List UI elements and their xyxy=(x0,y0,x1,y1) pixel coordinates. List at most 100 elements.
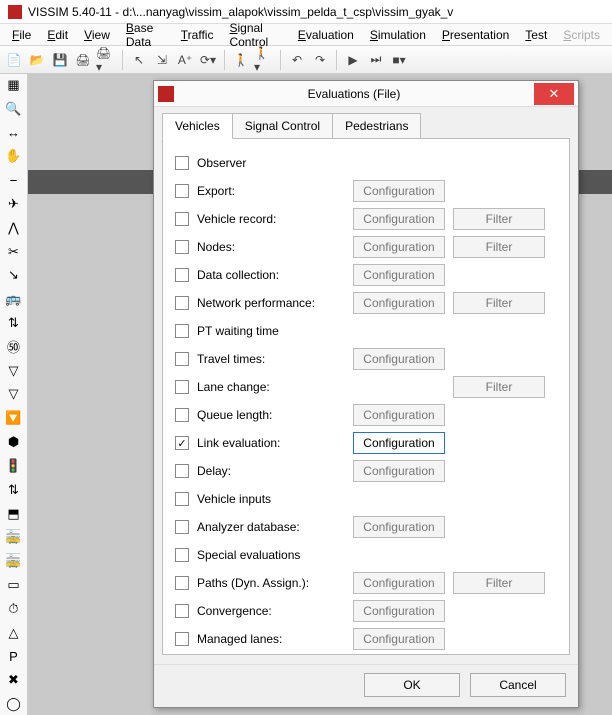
checkbox[interactable] xyxy=(175,268,189,282)
side-tool-button[interactable]: ⬢ xyxy=(3,431,25,453)
side-tool-button[interactable]: 🔍 xyxy=(3,98,25,120)
row-label: Travel times: xyxy=(197,352,345,366)
checkbox[interactable] xyxy=(175,408,189,422)
checkbox[interactable] xyxy=(175,604,189,618)
tab-signal-control[interactable]: Signal Control xyxy=(232,113,333,139)
filter-button[interactable]: Filter xyxy=(453,572,545,594)
configuration-button[interactable]: Configuration xyxy=(353,600,445,622)
checkbox[interactable] xyxy=(175,156,189,170)
side-tool-button[interactable]: 🔽 xyxy=(3,407,25,429)
side-tool-button[interactable]: P xyxy=(3,646,25,668)
toolbar-button[interactable]: 🚶 xyxy=(231,50,251,70)
cancel-button[interactable]: Cancel xyxy=(470,673,566,697)
checkbox[interactable] xyxy=(175,240,189,254)
side-tool-button[interactable]: ▭ xyxy=(3,574,25,596)
checkbox[interactable] xyxy=(175,324,189,338)
eval-row: Special evaluations xyxy=(175,541,557,569)
configuration-button[interactable]: Configuration xyxy=(353,432,445,454)
row-label: PT waiting time xyxy=(197,324,345,338)
configuration-button[interactable]: Configuration xyxy=(353,208,445,230)
tab-pedestrians[interactable]: Pedestrians xyxy=(332,113,421,139)
configuration-button[interactable]: Configuration xyxy=(353,404,445,426)
configuration-button[interactable]: Configuration xyxy=(353,516,445,538)
toolbar-button[interactable]: ↖ xyxy=(129,50,149,70)
checkbox[interactable] xyxy=(175,492,189,506)
side-tool-button[interactable]: ㊿ xyxy=(3,336,25,358)
side-tool-button[interactable]: ◯ xyxy=(3,693,25,715)
configuration-button[interactable]: Configuration xyxy=(353,236,445,258)
configuration-button[interactable]: Configuration xyxy=(353,572,445,594)
menu-scripts[interactable]: Scripts xyxy=(557,26,606,44)
toolbar-button[interactable]: ⟳▾ xyxy=(198,50,218,70)
toolbar-button[interactable]: ↶ xyxy=(287,50,307,70)
menu-edit[interactable]: Edit xyxy=(41,26,74,44)
toolbar-button[interactable]: 🖨 xyxy=(73,50,93,70)
checkbox[interactable] xyxy=(175,296,189,310)
menu-view[interactable]: View xyxy=(78,26,116,44)
side-tool-button[interactable]: 🚋 xyxy=(3,526,25,548)
side-tool-button[interactable]: ⇅ xyxy=(3,479,25,501)
side-tool-button[interactable]: ⎯ xyxy=(3,169,25,191)
side-tool-button[interactable]: ↔ xyxy=(3,122,25,144)
menu-traffic[interactable]: Traffic xyxy=(175,26,220,44)
side-tool-button[interactable]: 🚦 xyxy=(3,455,25,477)
menu-evaluation[interactable]: Evaluation xyxy=(292,26,360,44)
checkbox[interactable]: ✓ xyxy=(175,436,189,450)
side-tool-button[interactable]: ✋ xyxy=(3,145,25,167)
toolbar-button[interactable]: 📄 xyxy=(4,50,24,70)
checkbox[interactable] xyxy=(175,212,189,226)
checkbox[interactable] xyxy=(175,576,189,590)
side-tool-button[interactable]: ✂ xyxy=(3,241,25,263)
configuration-button[interactable]: Configuration xyxy=(353,628,445,650)
row-label: Delay: xyxy=(197,464,345,478)
side-tool-button[interactable]: ⋀ xyxy=(3,217,25,239)
configuration-button[interactable]: Configuration xyxy=(353,264,445,286)
side-tool-button[interactable]: ▦ xyxy=(3,74,25,96)
side-tool-button[interactable]: ✖ xyxy=(3,669,25,691)
toolbar-button[interactable]: A⁺ xyxy=(175,50,195,70)
menu-simulation[interactable]: Simulation xyxy=(364,26,432,44)
side-tool-button[interactable]: ↘ xyxy=(3,265,25,287)
toolbar-button[interactable]: ⇲ xyxy=(152,50,172,70)
menu-presentation[interactable]: Presentation xyxy=(436,26,515,44)
side-tool-button[interactable]: ▽ xyxy=(3,360,25,382)
checkbox[interactable] xyxy=(175,464,189,478)
side-tool-button[interactable]: 🚋 xyxy=(3,550,25,572)
menu-file[interactable]: File xyxy=(6,26,37,44)
configuration-button[interactable]: Configuration xyxy=(353,292,445,314)
toolbar-button[interactable]: 📂 xyxy=(27,50,47,70)
toolbar-button[interactable]: ↷ xyxy=(310,50,330,70)
side-tool-button[interactable]: ⬒ xyxy=(3,503,25,525)
toolbar-button[interactable]: 💾 xyxy=(50,50,70,70)
side-tool-button[interactable]: △ xyxy=(3,622,25,644)
side-tool-button[interactable]: ⏱ xyxy=(3,598,25,620)
menu-test[interactable]: Test xyxy=(519,26,553,44)
side-tool-button[interactable]: ✈ xyxy=(3,193,25,215)
toolbar-button[interactable]: ■▾ xyxy=(389,50,409,70)
side-tool-button[interactable]: ▽ xyxy=(3,384,25,406)
checkbox[interactable] xyxy=(175,520,189,534)
tab-vehicles[interactable]: Vehicles xyxy=(162,113,233,139)
checkbox[interactable] xyxy=(175,352,189,366)
ok-button[interactable]: OK xyxy=(364,673,460,697)
filter-button[interactable]: Filter xyxy=(453,236,545,258)
configuration-button[interactable]: Configuration xyxy=(353,348,445,370)
toolbar-button[interactable]: 🚶▾ xyxy=(254,50,274,70)
close-button[interactable]: ✕ xyxy=(534,83,574,105)
toolbar-button[interactable]: 🖨▾ xyxy=(96,50,116,70)
checkbox[interactable] xyxy=(175,380,189,394)
menu-base-data[interactable]: Base Data xyxy=(120,19,171,51)
side-tool-button[interactable]: 🚌 xyxy=(3,288,25,310)
filter-button[interactable]: Filter xyxy=(453,208,545,230)
checkbox[interactable] xyxy=(175,548,189,562)
checkbox[interactable] xyxy=(175,632,189,646)
filter-button[interactable]: Filter xyxy=(453,376,545,398)
checkbox[interactable] xyxy=(175,184,189,198)
toolbar-button[interactable]: ⏭ xyxy=(366,50,386,70)
side-tool-button[interactable]: ⇅ xyxy=(3,312,25,334)
configuration-button[interactable]: Configuration xyxy=(353,180,445,202)
menubar: FileEditViewBase DataTrafficSignal Contr… xyxy=(0,24,612,46)
configuration-button[interactable]: Configuration xyxy=(353,460,445,482)
filter-button[interactable]: Filter xyxy=(453,292,545,314)
toolbar-button[interactable]: ▶ xyxy=(343,50,363,70)
